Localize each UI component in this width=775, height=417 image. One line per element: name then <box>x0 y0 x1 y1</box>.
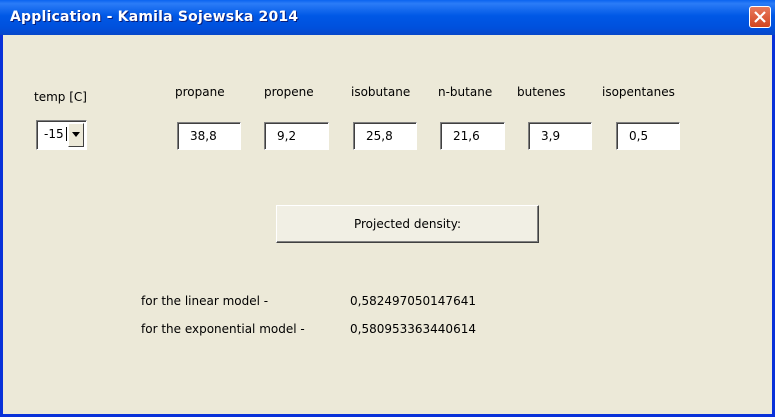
isobutane-input[interactable]: 25,8 <box>353 122 417 150</box>
label-n-butane: n-butane <box>438 85 493 99</box>
dropdown-button[interactable] <box>68 123 84 147</box>
chevron-down-icon <box>72 132 80 137</box>
projected-density-button[interactable]: Projected density: <box>276 205 539 243</box>
exponential-model-label: for the exponential model - <box>141 322 305 336</box>
label-propane: propane <box>175 85 225 99</box>
temp-dropdown[interactable]: -15 <box>36 120 87 150</box>
close-icon <box>754 11 766 23</box>
text-caret <box>66 127 67 141</box>
temp-label: temp [C] <box>34 90 87 104</box>
label-isobutane: isobutane <box>351 85 411 99</box>
temp-value[interactable]: -15 <box>44 127 64 141</box>
butenes-input[interactable]: 3,9 <box>528 122 592 150</box>
label-isopentanes: isopentanes <box>602 85 675 99</box>
label-propene: propene <box>264 85 314 99</box>
close-button[interactable] <box>749 6 771 28</box>
isopentanes-input[interactable]: 0,5 <box>616 122 680 150</box>
linear-model-value: 0,582497050147641 <box>350 294 476 308</box>
n-butane-input[interactable]: 21,6 <box>440 122 505 150</box>
label-butenes: butenes <box>517 85 566 99</box>
application-window: Application - Kamila Sojewska 2014 temp … <box>0 0 775 417</box>
title-bar[interactable]: Application - Kamila Sojewska 2014 <box>0 0 775 35</box>
linear-model-label: for the linear model - <box>141 294 269 308</box>
propane-input[interactable]: 38,8 <box>177 122 241 150</box>
propene-input[interactable]: 9,2 <box>264 122 329 150</box>
window-title: Application - Kamila Sojewska 2014 <box>10 9 299 25</box>
exponential-model-value: 0,580953363440614 <box>350 322 476 336</box>
